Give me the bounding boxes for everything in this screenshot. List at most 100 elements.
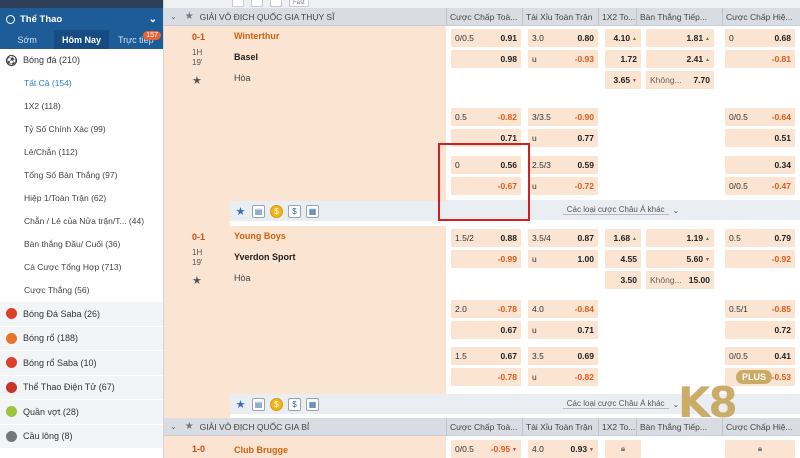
odds-cell[interactable]: 3.65 (605, 71, 641, 89)
sidebar-market-item[interactable]: Cược Thắng (56) (0, 278, 163, 301)
odds-cell[interactable]: 1.5/2 0.88 (451, 229, 521, 247)
odds-cell[interactable]: 0.51 (725, 129, 795, 147)
odds-cell[interactable]: -0.78 (451, 368, 521, 386)
odds-cell[interactable]: 3.50 (605, 271, 641, 289)
odds-cell[interactable]: 1.5 0.67 (451, 347, 521, 365)
odds-cell[interactable]: 2.41 (646, 50, 714, 68)
odds-cell[interactable]: u 0.71 (528, 321, 598, 339)
col-over-under: Tài Xỉu Toàn Trận (522, 417, 598, 436)
odds-cell[interactable]: u -0.93 (528, 50, 598, 68)
away-team[interactable]: Yverdon Sport (234, 251, 446, 272)
sidebar-sport-item[interactable]: Thể Thao Điện Tử (67) (0, 374, 163, 399)
odds-value: 1.81 (687, 33, 715, 43)
match-status: 0-1 1H 19' ★ (164, 26, 230, 226)
odds-cell[interactable]: 0/0.5 -0.47 (725, 177, 795, 195)
odds-cell[interactable]: 0.5/1 -0.85 (725, 300, 795, 318)
favorite-star-icon[interactable]: ★ (185, 421, 194, 432)
odds-cell[interactable]: 0.5 0.79 (725, 229, 795, 247)
sidebar-market-item[interactable]: Bàn thắng Đầu/ Cuối (36) (0, 232, 163, 255)
odds-cell[interactable]: u 1.00 (528, 250, 598, 268)
odds-cell[interactable]: 1.72 (605, 50, 641, 68)
home-team[interactable]: Winterthur (234, 30, 446, 51)
odds-cell[interactable]: 3.5/4 0.87 (528, 229, 598, 247)
odds-cell[interactable]: 0 0.68 (725, 29, 795, 47)
odds-cell[interactable]: 0.98 (451, 50, 521, 68)
sidebar-sport-item[interactable]: Bóng rổ Saba (10) (0, 350, 163, 375)
sidebar-sport-item[interactable]: Quần vợt (28) (0, 399, 163, 424)
more-icon[interactable]: ▦ (306, 397, 319, 411)
odds-cell[interactable]: 0.5 -0.82 (451, 108, 521, 126)
sidebar-sport-item[interactable]: Bóng Đá Saba (26) (0, 301, 163, 326)
tab-early[interactable]: Sớm (0, 30, 54, 49)
odds-cell[interactable]: 1.81 (646, 29, 714, 47)
sidebar-market-item[interactable]: Lẻ/Chẵn (112) (0, 140, 163, 163)
odds-cell[interactable]: 0/0.5 0.41 (725, 347, 795, 365)
favorite-star-icon[interactable]: ★ (192, 74, 230, 87)
chevron-down-icon[interactable]: ⌄ (149, 14, 157, 25)
tab-today[interactable]: Hôm Nay (54, 30, 109, 49)
more-icon[interactable]: ▦ (306, 204, 319, 218)
settings-icon[interactable] (270, 0, 282, 7)
odds-cell[interactable]: 5.60 (646, 250, 714, 268)
odds-cell[interactable]: u -0.72 (528, 177, 598, 195)
odds-cell[interactable]: 4.0 0.93 (528, 440, 598, 458)
odds-cell[interactable]: 3.5 0.69 (528, 347, 598, 365)
coin-icon[interactable]: $ (270, 204, 283, 218)
odds-cell[interactable]: 0.67 (451, 321, 521, 339)
sidebar-item-soccer[interactable]: ⚽ Bóng đá (210) (0, 49, 163, 71)
favorite-star-icon[interactable]: ★ (192, 274, 230, 287)
stats-icon[interactable]: ▤ (252, 397, 265, 411)
print-icon[interactable] (232, 0, 244, 7)
odds-cell[interactable]: 2.5/3 0.59 (528, 156, 598, 174)
odds-cell[interactable]: 0.72 (725, 321, 795, 339)
odds-cell[interactable]: 1.19 (646, 229, 714, 247)
odds-cell[interactable]: 0.34 (725, 156, 795, 174)
odds-cell[interactable]: 3.0 0.80 (528, 29, 598, 47)
dollar-icon[interactable]: $ (288, 204, 301, 218)
odds-cell[interactable]: 4.10 (605, 29, 641, 47)
odds-cell[interactable]: u 0.77 (528, 129, 598, 147)
fast-bet-toggle[interactable]: Fast (289, 0, 309, 7)
refresh-icon[interactable] (251, 0, 263, 7)
odds-cell[interactable]: -0.92 (725, 250, 795, 268)
collapse-icon[interactable]: ⌄ (170, 422, 177, 431)
home-team[interactable]: Young Boys (234, 230, 446, 251)
odds-cell[interactable]: 0/0.5 0.91 (451, 29, 521, 47)
odds-cell[interactable]: u -0.82 (528, 368, 598, 386)
odds-cell[interactable]: -0.99 (451, 250, 521, 268)
odds-cell[interactable]: 0/0.5 -0.95 (451, 440, 521, 458)
coin-icon[interactable]: $ (270, 397, 283, 411)
collapse-icon[interactable]: ⌄ (170, 12, 177, 21)
odds-cell[interactable]: 2.0 -0.78 (451, 300, 521, 318)
sidebar-sport-item[interactable]: Bóng rổ (188) (0, 325, 163, 350)
sidebar-market-item[interactable]: Tỷ Số Chính Xác (99) (0, 117, 163, 140)
sidebar-market-item[interactable]: Cá Cược Tổng Hợp (713) (0, 255, 163, 278)
favorite-star-icon[interactable]: ★ (234, 398, 247, 411)
odds-cell[interactable]: 1.68 (605, 229, 641, 247)
odds-cell[interactable]: Không... 15.00 (646, 271, 714, 289)
league-header-swiss[interactable]: ⌄ ★ GIẢI VÔ ĐỊCH QUỐC GIA THỤY SĨ Cược C… (164, 7, 800, 26)
stats-icon[interactable]: ▤ (252, 204, 265, 218)
away-team[interactable]: Basel (234, 51, 446, 72)
odds-cell[interactable]: 3/3.5 -0.90 (528, 108, 598, 126)
sidebar-market-item[interactable]: Tất Cả (154) (0, 71, 163, 94)
sidebar-market-item[interactable]: Hiệp 1/Toàn Trận (62) (0, 186, 163, 209)
sidebar-market-item[interactable]: 1X2 (118) (0, 94, 163, 117)
sidebar-sport-item[interactable]: Cầu lông (8) (0, 423, 163, 448)
sidebar-market-item[interactable]: Tổng Số Bàn Thắng (97) (0, 163, 163, 186)
sidebar-market-item[interactable]: Chẵn / Lẻ của Nửa trận/T... (44) (0, 209, 163, 232)
odds-cell[interactable]: -0.81 (725, 50, 795, 68)
favorite-star-icon[interactable]: ★ (185, 11, 194, 22)
odds-cell[interactable]: Không... 7.70 (646, 71, 714, 89)
dollar-icon[interactable]: $ (288, 397, 301, 411)
tab-live[interactable]: Trực tiếp 157 (109, 30, 163, 49)
odds-cell[interactable]: 4.55 (605, 250, 641, 268)
sports-section-header[interactable]: Thể Thao ⌄ (0, 8, 163, 30)
lock-icon: 🔒︎ (620, 444, 626, 453)
match-half: 1H (192, 248, 203, 257)
odds-cell[interactable]: 4.0 -0.84 (528, 300, 598, 318)
favorite-star-icon[interactable]: ★ (234, 205, 247, 218)
odds-cell[interactable]: 0/0.5 -0.64 (725, 108, 795, 126)
home-team[interactable]: Club Brugge (234, 444, 446, 458)
odds-handicap: 3.5/4 (532, 233, 551, 243)
